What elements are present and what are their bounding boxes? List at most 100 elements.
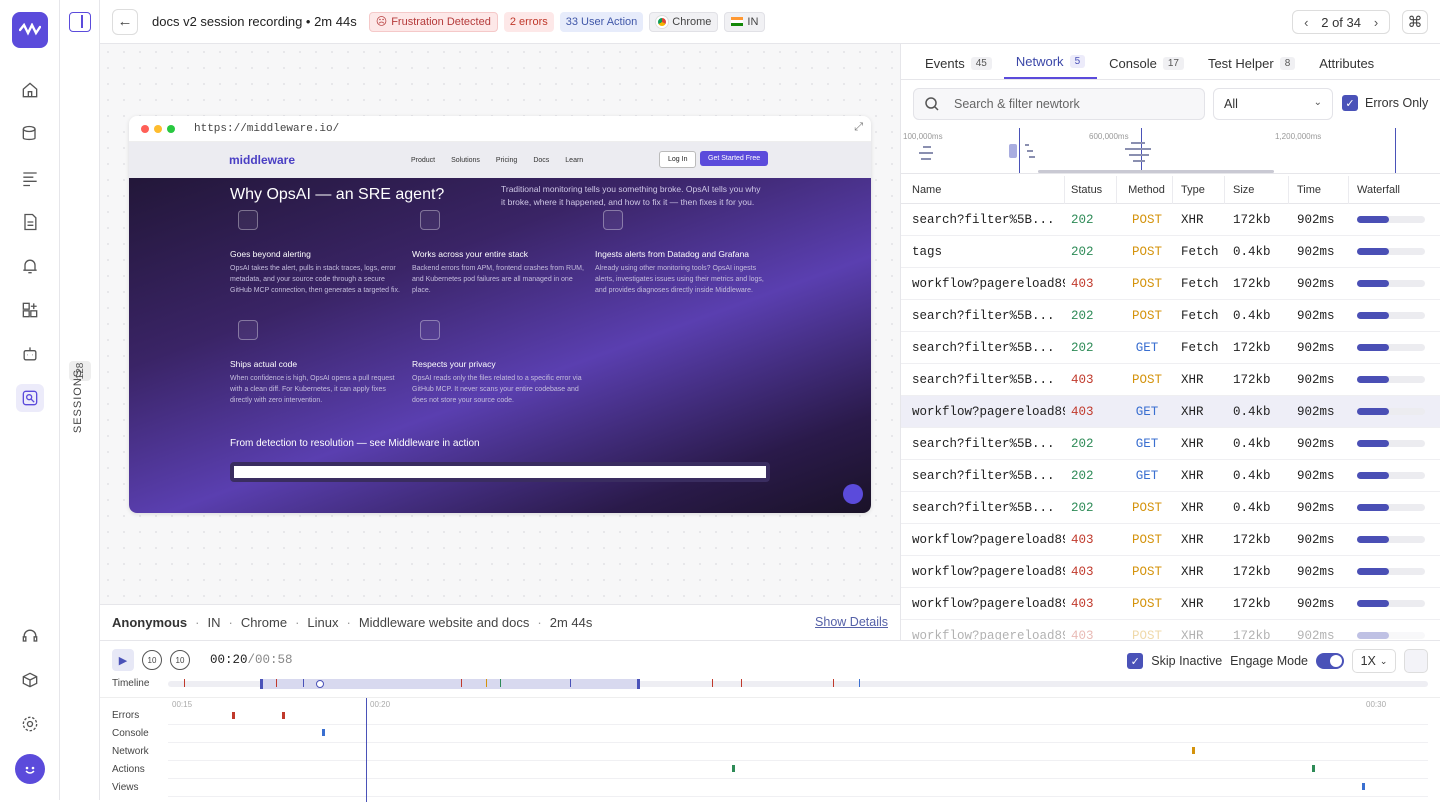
support-headset-icon[interactable] — [18, 624, 42, 648]
column-header[interactable]: Type — [1173, 175, 1225, 204]
network-type-select[interactable]: All ⌄ — [1213, 88, 1333, 120]
bot-icon[interactable] — [18, 342, 42, 366]
errors-only-checkbox[interactable]: ✓ Errors Only — [1342, 95, 1428, 111]
tab-attributes[interactable]: Attributes — [1307, 56, 1386, 79]
back-arrow-icon[interactable]: ← — [112, 8, 138, 35]
table-row[interactable]: workflow?pagereload89 403 POST XHR 172kb 902m… — [901, 556, 1440, 588]
cell-waterfall — [1349, 568, 1440, 575]
error-marker[interactable] — [282, 712, 285, 719]
cell-name: workflow?pagereload89 — [912, 564, 1065, 579]
table-row[interactable]: workflow?pagereload89 403 GET XHR 0.4kb 902ms — [901, 396, 1440, 428]
cell-waterfall — [1349, 632, 1440, 639]
sessions-label[interactable]: SESSIONS — [72, 369, 84, 433]
user-actions-badge[interactable]: 33 User Action — [559, 11, 644, 32]
timeline-scrubber[interactable] — [316, 680, 324, 688]
logs-icon[interactable] — [18, 166, 42, 190]
console-marker[interactable] — [322, 729, 325, 736]
session-replay-icon[interactable] — [16, 384, 44, 412]
rewind-10-icon[interactable]: 10 — [142, 650, 162, 670]
pager-text: 2 of 34 — [1321, 14, 1361, 30]
table-row[interactable]: search?filter%5B... 202 GET XHR 0.4kb 902ms — [901, 428, 1440, 460]
cell-status: 202 — [1071, 244, 1094, 259]
replay-url-bar: https://middleware.io/ ⤢ — [129, 116, 871, 142]
forward-10-icon[interactable]: 10 — [170, 650, 190, 670]
column-header[interactable]: Time — [1289, 175, 1349, 204]
feature-card: Works across your entire stack Backend e… — [412, 249, 584, 296]
cell-name: workflow?pagereload89 — [912, 404, 1065, 419]
cell-size: 172kb — [1233, 564, 1271, 579]
action-marker[interactable] — [732, 765, 735, 772]
separator: · — [195, 615, 200, 630]
column-header[interactable]: Method — [1117, 175, 1173, 204]
minimap-grip[interactable] — [1009, 144, 1017, 158]
site-link: Solutions — [451, 156, 480, 164]
network-minimap[interactable]: 100,000ms 600,000ms 1,200,000ms — [901, 128, 1440, 174]
list-view-icon[interactable] — [1404, 649, 1428, 673]
waterfall-bar — [1357, 376, 1425, 383]
package-icon[interactable] — [18, 668, 42, 692]
feature-title: Works across your entire stack — [412, 249, 529, 259]
minimap-handle-right[interactable] — [1395, 128, 1396, 173]
table-row[interactable]: tags 202 POST Fetch 0.4kb 902ms — [901, 236, 1440, 268]
table-row[interactable]: workflow?pagereload89 403 POST XHR 172kb 902m… — [901, 524, 1440, 556]
network-search-input[interactable]: Search & filter newtork — [913, 88, 1205, 120]
tab-events[interactable]: Events 45 — [913, 56, 1004, 79]
cell-size: 172kb — [1233, 340, 1271, 355]
tab-count: 45 — [970, 57, 992, 70]
view-marker[interactable] — [1362, 783, 1365, 790]
cell-status: 202 — [1071, 308, 1094, 323]
table-row[interactable]: search?filter%5B... 202 GET Fetch 172kb 902ms — [901, 332, 1440, 364]
current-time: 00:20 — [210, 653, 248, 667]
table-row[interactable]: search?filter%5B... 202 GET XHR 0.4kb 902ms — [901, 460, 1440, 492]
alert-bell-icon[interactable] — [18, 254, 42, 278]
engage-mode-toggle[interactable] — [1316, 653, 1344, 669]
prev-session-icon[interactable]: ‹ — [1297, 15, 1315, 30]
minimap-handle-left[interactable] — [1019, 128, 1020, 173]
fullscreen-icon[interactable]: ⤢ — [854, 121, 863, 134]
play-icon[interactable]: ▶ — [112, 649, 134, 671]
column-header[interactable]: Status — [1065, 175, 1117, 204]
skip-inactive-checkbox[interactable]: ✓ — [1127, 653, 1144, 669]
minimap-scrollbar[interactable] — [1038, 170, 1274, 173]
minimap-label: 1,200,000ms — [1275, 132, 1322, 141]
maximize-dot-icon — [167, 124, 175, 133]
user-avatar[interactable] — [15, 754, 45, 784]
network-marker[interactable] — [1192, 747, 1195, 754]
cell-size: 0.4kb — [1233, 436, 1271, 451]
action-marker[interactable] — [1312, 765, 1315, 772]
tab-network[interactable]: Network 5 — [1003, 54, 1098, 79]
left-nav — [0, 0, 60, 800]
table-row[interactable]: search?filter%5B... 202 POST Fetch 0.4kb 902m… — [901, 300, 1440, 332]
session-meta-bar: Anonymous · IN · Chrome · Linux · Middle… — [100, 604, 900, 640]
settings-gear-icon[interactable] — [18, 712, 42, 736]
feature-text: Already using other monitoring tools? Op… — [595, 265, 764, 294]
document-icon[interactable] — [18, 210, 42, 234]
tab-test-helper[interactable]: Test Helper 8 — [1196, 56, 1307, 79]
column-header[interactable]: Size — [1225, 175, 1289, 204]
errors-badge[interactable]: 2 errors — [503, 11, 554, 32]
column-header[interactable]: Waterfall — [1349, 176, 1440, 204]
timeline-track[interactable] — [168, 679, 1428, 689]
table-row[interactable]: workflow?pagereload89 403 POST XHR 172kb 902m… — [901, 588, 1440, 620]
speed-select[interactable]: 1X ⌄ — [1352, 649, 1396, 673]
column-header[interactable]: Name — [901, 175, 1065, 204]
next-session-icon[interactable]: › — [1367, 15, 1385, 30]
cell-time: 902ms — [1297, 468, 1335, 483]
cell-time: 902ms — [1297, 532, 1335, 547]
dashboard-add-icon[interactable] — [18, 298, 42, 322]
table-row[interactable]: search?filter%5B... 202 POST XHR 0.4kb 902ms — [901, 492, 1440, 524]
tab-console[interactable]: Console 17 — [1097, 56, 1196, 79]
table-row[interactable]: search?filter%5B... 202 POST XHR 172kb 902ms — [901, 204, 1440, 236]
show-details-link[interactable]: Show Details — [815, 615, 888, 629]
panel-toggle-icon[interactable] — [69, 12, 91, 32]
error-marker[interactable] — [232, 712, 235, 719]
table-row[interactable]: search?filter%5B... 403 POST XHR 172kb 902ms — [901, 364, 1440, 396]
database-icon[interactable] — [18, 122, 42, 146]
command-icon[interactable]: ⌘ — [1402, 10, 1428, 34]
playhead[interactable] — [366, 698, 367, 802]
frustration-badge[interactable]: ☹ Frustration Detected — [368, 11, 498, 32]
cell-method: POST — [1131, 372, 1162, 387]
home-icon[interactable] — [18, 78, 42, 102]
table-row[interactable]: workflow?pagereload89 403 POST Fetch 172kb 90… — [901, 268, 1440, 300]
middleware-logo-icon[interactable] — [12, 12, 48, 48]
